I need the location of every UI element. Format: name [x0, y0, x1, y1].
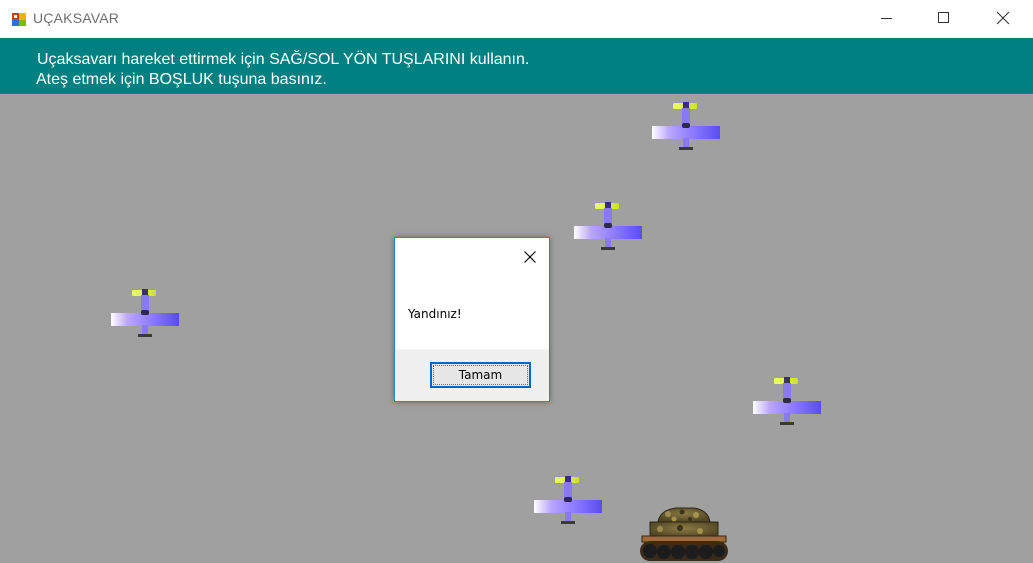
instruction-banner: Uçaksavarı hareket ettirmek için SAĞ/SOL… [0, 38, 1033, 94]
maximize-icon [938, 12, 949, 23]
enemy-plane-icon [534, 476, 602, 526]
tank-icon [640, 507, 728, 561]
close-icon [996, 11, 1010, 25]
enemy-plane-icon [652, 102, 720, 152]
message-dialog: Yandınız! Tamam [394, 237, 550, 402]
maximize-button[interactable] [921, 0, 967, 36]
minimize-button[interactable] [864, 0, 910, 36]
close-button[interactable] [980, 0, 1026, 36]
ok-button[interactable]: Tamam [430, 362, 531, 388]
enemy-plane-icon [111, 289, 179, 339]
dialog-close-button[interactable] [517, 244, 543, 270]
instruction-move: Uçaksavarı hareket ettirmek için SAĞ/SOL… [37, 51, 530, 68]
window-title: UÇAKSAVAR [33, 10, 120, 26]
instruction-fire: Ateş etmek için BOŞLUK tuşuna basınız. [36, 71, 327, 88]
enemy-plane-icon [574, 202, 642, 252]
enemy-plane-icon [753, 377, 821, 427]
dialog-message: Yandınız! [408, 307, 462, 321]
title-bar: UÇAKSAVAR [0, 0, 1033, 38]
app-icon [11, 11, 27, 27]
dialog-footer: Tamam [395, 349, 549, 401]
close-icon [524, 251, 536, 263]
minimize-icon [881, 18, 892, 19]
